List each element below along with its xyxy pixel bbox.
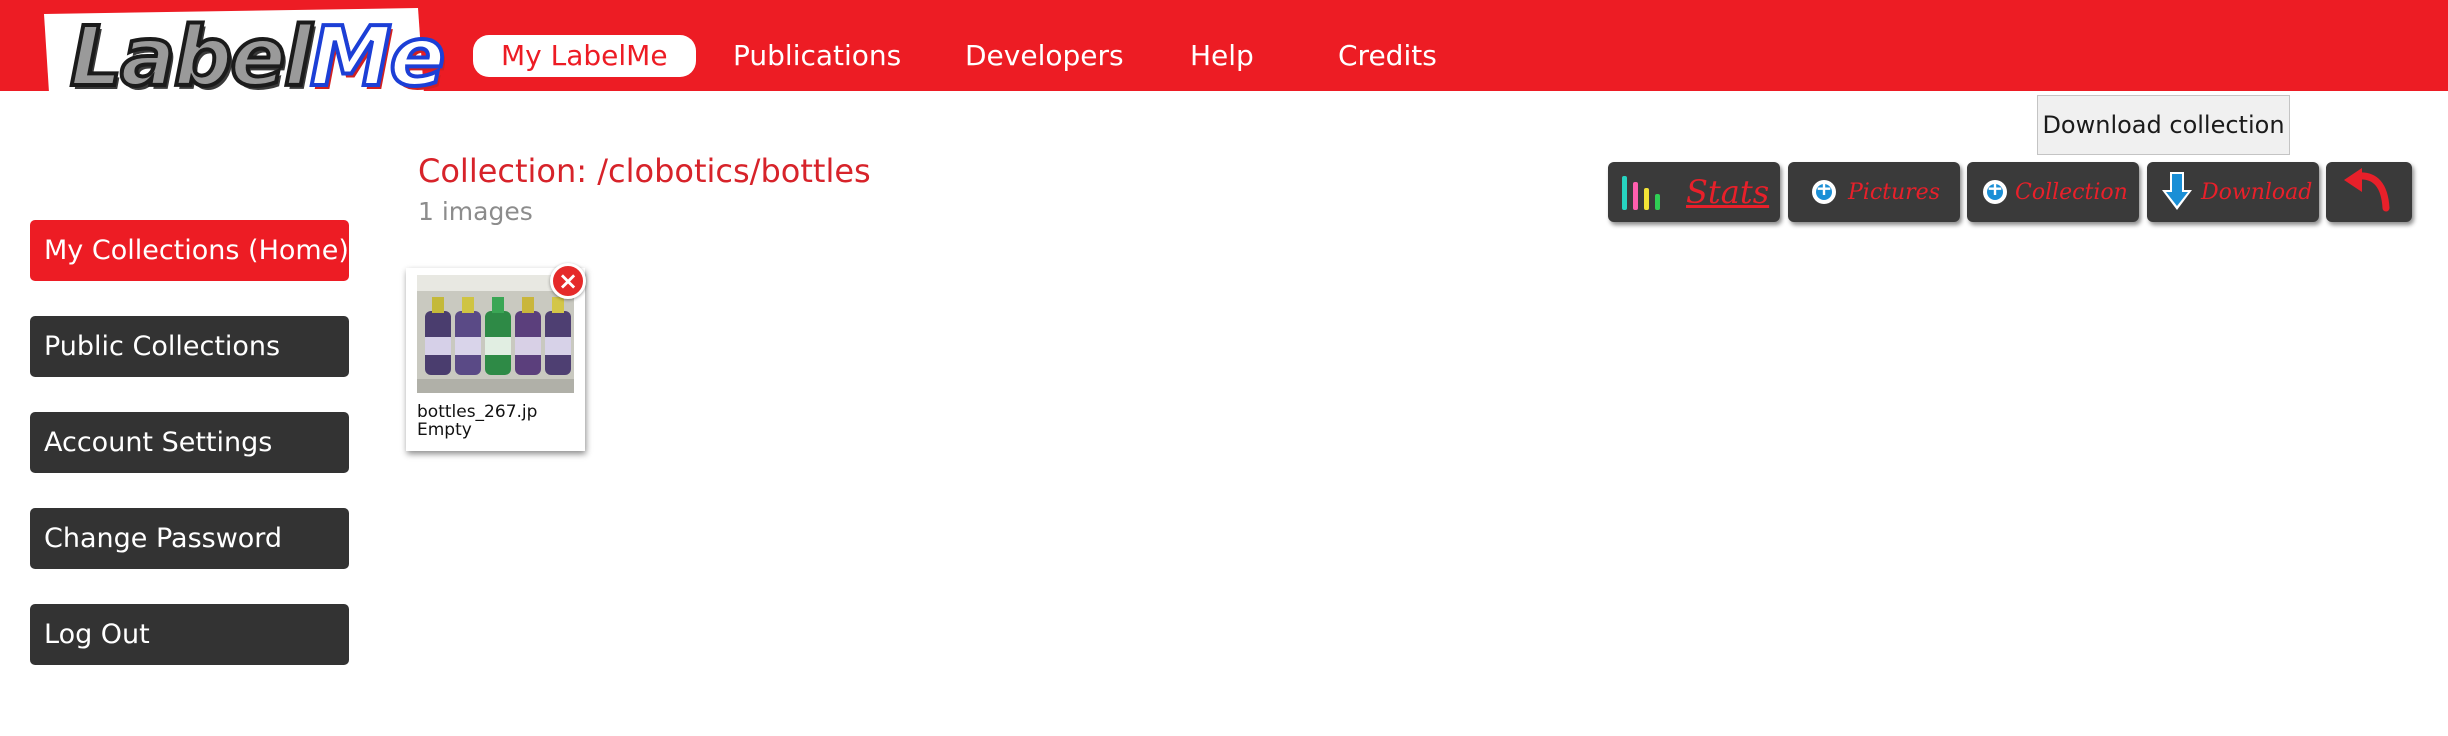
back-arrow-icon <box>2344 168 2390 212</box>
plus-circle-icon <box>1983 176 2007 204</box>
add-pictures-button[interactable]: Pictures <box>1788 162 1960 222</box>
pictures-label: Pictures <box>1848 179 1940 205</box>
nav-help[interactable]: Help <box>1190 35 1254 77</box>
stats-icon <box>1622 176 1660 210</box>
collection-title: Collection: /clobotics/bottles <box>418 152 871 190</box>
sidebar-item-my-collections[interactable]: My Collections (Home) <box>30 220 349 281</box>
download-button[interactable]: Download <box>2147 162 2319 222</box>
logo-text: LabelMe <box>68 8 447 107</box>
download-collection-tooltip: Download collection <box>2037 95 2290 155</box>
stats-label: Stats <box>1686 173 1770 211</box>
sidebar-item-log-out[interactable]: Log Out <box>30 604 349 665</box>
sidebar-item-account-settings[interactable]: Account Settings <box>30 412 349 473</box>
nav-publications[interactable]: Publications <box>733 35 901 77</box>
stats-button[interactable]: Stats <box>1608 162 1780 222</box>
plus-circle-icon <box>1812 176 1836 204</box>
download-label: Download <box>2201 179 2313 205</box>
back-button[interactable] <box>2326 162 2412 222</box>
nav-credits[interactable]: Credits <box>1338 35 1437 77</box>
bottles-photo <box>417 275 574 393</box>
collection-label: Collection <box>2015 179 2128 205</box>
image-status: Empty <box>417 420 472 440</box>
nav-my-labelme[interactable]: My LabelMe <box>473 35 696 77</box>
labelme-logo[interactable]: LabelMe <box>30 8 447 110</box>
download-arrow-icon <box>2162 172 2192 210</box>
sidebar-item-public-collections[interactable]: Public Collections <box>30 316 349 377</box>
image-count: 1 images <box>418 197 533 226</box>
sidebar-item-change-password[interactable]: Change Password <box>30 508 349 569</box>
delete-icon[interactable]: × <box>550 263 586 299</box>
add-collection-button[interactable]: Collection <box>1967 162 2139 222</box>
nav-developers[interactable]: Developers <box>965 35 1124 77</box>
bottles-thumbnail-image[interactable] <box>417 275 574 393</box>
image-filename[interactable]: bottles_267.jp <box>417 402 577 422</box>
